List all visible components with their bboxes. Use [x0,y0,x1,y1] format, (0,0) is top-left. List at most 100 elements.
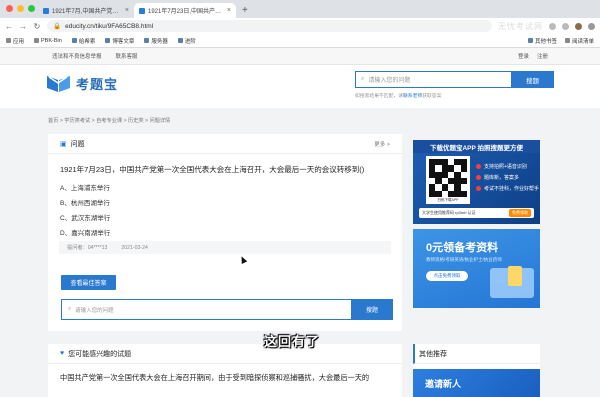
folder-icon [144,38,150,43]
option-d: D、嘉兴南湖举行 [60,230,111,237]
interest-question-link[interactable]: 中国共产党第一次全国代表大会在上海召开期间，由于受到暗探侦察和巡捕骚扰，大会最后… [48,364,402,383]
more-link[interactable]: 更多 > [374,140,390,148]
feature-item: 考试不挂科，作业好帮手 [476,183,539,194]
invite-ad[interactable]: 邀请新人 [413,369,540,397]
url-field[interactable]: 🔒 educity.cn/tiku/9FA65CB8.html [47,20,492,32]
bottom-search: ⌕ 请输入您的问题 搜题 [61,299,393,320]
recommend-title: 其他推荐 [413,344,540,364]
bookmark-folder[interactable]: 服务器 [144,37,168,45]
browser-tab[interactable]: 1921年7月,中国共产党第一次全国代 × [38,3,134,18]
tab-title: 1921年7月23日,中国共产党第一次全 [148,9,224,15]
interest-card: ♥ 您可能感兴趣的试题 中国共产党第一次全国代表大会在上海召开期间，由于受到暗探… [48,344,402,397]
ask-date: 2021-03-24 [121,244,148,251]
qr-caption: 扫码下载APP [437,198,459,202]
reading-list[interactable]: 阅读清单 [564,37,594,45]
profile-avatar[interactable] [575,22,582,30]
browser-tab-bar: 1921年7月,中国共产党第一次全国代 × 1921年7月23日,中国共产党第一… [0,0,600,18]
browser-tab-active[interactable]: 1921年7月23日,中国共产党第一次全 × [134,3,236,18]
site-logo[interactable]: 考题宝 [46,74,118,93]
bottom-search-input[interactable]: ⌕ 请输入您的问题 [61,299,351,320]
bookmark-folder[interactable]: 进阶 [177,37,196,45]
app-download-ad[interactable]: 下载优题宝APP 拍照搜题更方便 扫码下载APP 支持拍照+语音识别 题库新，答… [413,140,540,224]
book-logo-icon [47,76,70,92]
maximize-window-button[interactable] [28,5,35,12]
site-top-strip: 违法和不良信息举报 联系客服 登录 注册 [0,48,600,65]
bookmark-apps[interactable]: 应用 [6,37,24,45]
document-icon: ▣ [60,140,67,148]
logo-text: 考题宝 [76,77,119,92]
contact-teacher-link[interactable]: 联系老师 [403,94,422,99]
promo-subtitle: 教师资格/考研英语/执业护士/执业药师 [426,257,502,262]
recommend-card: 其他推荐 邀请新人 [413,344,540,397]
heart-icon: ♥ [60,350,65,357]
bookmark-item[interactable]: PBK-Bin [34,38,62,44]
dot-icon [476,175,481,180]
login-link[interactable]: 登录 [518,52,529,60]
option-a: A、上海浦东举行 [60,185,110,192]
reload-icon[interactable]: ↻ [33,22,41,31]
question-text: 1921年7月23日，中国共产党第一次全国代表大会在上海召开，大会最后一天的会议… [60,165,365,174]
other-bookmarks[interactable]: 其他书签 [527,37,557,45]
bookmarks-bar: 应用 PBK-Bin 给希索 博客文章 服务器 进阶 其他书签 阅读清单 [0,34,600,48]
breadcrumb[interactable]: 首页 > 学历类考试 > 自考专业课 > 历史类 > 问题详情 [48,117,170,124]
qr-code-icon [429,159,467,197]
asker: 提问者：04****13 [67,245,108,251]
folder-icon [527,38,533,43]
folder-icon [177,38,183,43]
search-icon: ⌕ [68,306,72,312]
report-link[interactable]: 违法和不良信息举报 [52,52,102,60]
forward-icon[interactable]: → [19,22,27,31]
view-best-answer-button[interactable]: 查看最佳答案 [61,275,116,290]
new-tab-button[interactable]: + [236,3,254,18]
search-icon: ⌕ [361,76,365,82]
minimize-window-button[interactable] [17,5,24,12]
bottom-search-button[interactable]: 搜题 [351,299,393,320]
extensions-area: 无忧考试网 [498,21,595,32]
folder-icon [105,38,111,43]
extension-icon[interactable] [549,22,556,30]
study-materials-ad[interactable]: 0元领备考资料 教师资格/考研英语/执业护士/执业药师 点击免费领取 [413,229,540,308]
menu-icon[interactable] [588,22,595,30]
url-text: educity.cn/tiku/9FA65CB8.html [65,22,154,30]
bookmark-folder[interactable]: 给希索 [71,37,95,45]
video-subtitle: 这回有了 [264,334,321,349]
interest-title: 您可能感兴趣的试题 [68,350,132,358]
site-header: 考题宝 ⌕ 请输入您的问题 搜题 如搜索结果不匹配，请联系老师获取答案 [0,65,600,108]
contact-service-link[interactable]: 联系客服 [116,52,138,60]
close-tab-icon[interactable]: × [227,7,231,14]
option-b: B、杭州西湖举行 [60,200,110,207]
dot-icon [476,164,481,169]
search-input[interactable]: ⌕ 请输入您的问题 [355,71,511,88]
close-window-button[interactable] [6,5,13,12]
option-c: C、武汉东湖举行 [60,215,111,222]
register-link[interactable]: 注册 [537,52,548,60]
question-meta: 提问者：04****13 2021-03-24 [59,241,391,254]
interest-card-header: ♥ 您可能感兴趣的试题 [48,344,402,364]
reading-list-icon [564,38,570,43]
book-illustration-icon [508,266,522,286]
free-get-button[interactable]: 免费领取 [509,209,531,217]
lock-icon: 🔒 [53,23,62,30]
address-bar-row: ← → ↻ 🔒 educity.cn/tiku/9FA65CB8.html 无忧… [0,18,600,34]
feature-item: 题库新，答案多 [476,172,539,183]
window-controls [6,5,35,12]
promo-title: 0元领备考资料 [426,242,499,254]
close-tab-icon[interactable]: × [125,7,129,14]
options-list: A、上海浦东举行 B、杭州西湖举行 C、武汉东湖举行 D、嘉兴南湖举行 [60,181,390,241]
bookmark-folder[interactable]: 博客文章 [105,37,134,45]
search-button[interactable]: 搜题 [511,71,554,88]
ad-features: 支持拍照+语音识别 题库新，答案多 考试不挂科，作业好帮手 [476,161,539,194]
search-hint: 如搜索结果不匹配，请联系老师获取答案 [355,94,442,99]
tab-title: 1921年7月,中国共产党第一次全国代 [52,9,122,15]
referral-code: 大学生使用推荐码 rp3mb 认证 免费领取 [419,208,534,218]
bookmark-favicon-icon [34,38,40,43]
question-card-header: ▣ 问题 更多 > [48,134,402,154]
folder-icon [71,38,77,43]
extension-icon[interactable] [562,22,569,30]
back-icon[interactable]: ← [5,22,13,31]
header-search: ⌕ 请输入您的问题 搜题 如搜索结果不匹配，请联系老师获取答案 [355,71,554,99]
question-card: ▣ 问题 更多 > 1921年7月23日，中国共产党第一次全国代表大会在上海召开… [48,134,402,331]
site-favicon-icon [139,7,145,14]
promo-button[interactable]: 点击免费领取 [426,271,468,281]
dot-icon [476,186,481,191]
